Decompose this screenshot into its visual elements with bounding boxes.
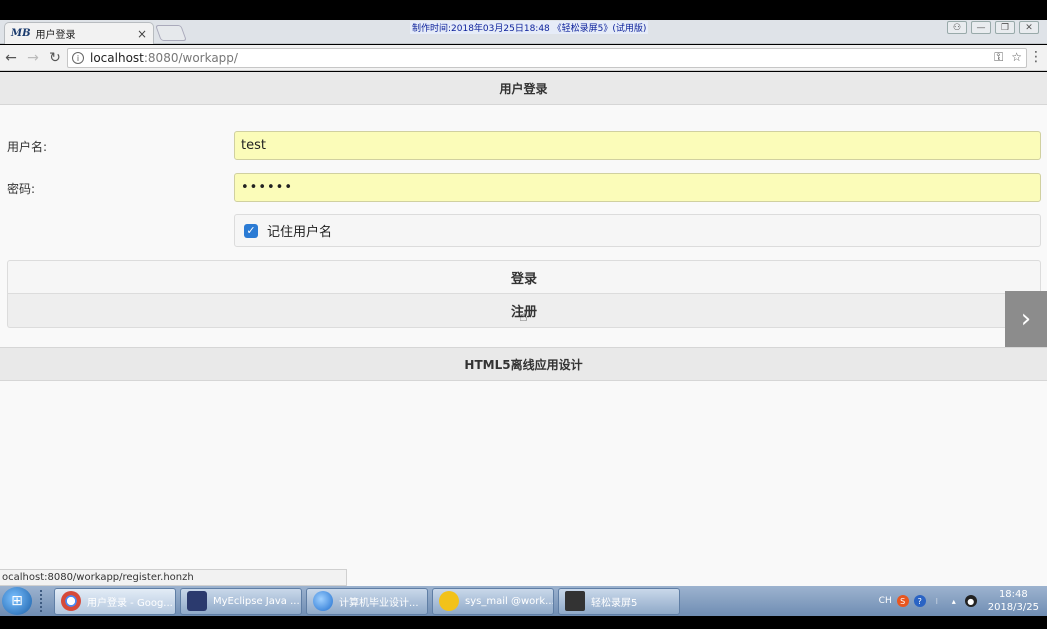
taskbar-item-mail[interactable]: sys_mail @work... bbox=[432, 587, 554, 615]
taskbar-item-label: MyEclipse Java ... bbox=[213, 595, 300, 607]
screen-bottom-band bbox=[0, 616, 1047, 629]
page-footer: HTML5离线应用设计 bbox=[0, 347, 1047, 381]
menu-dots-icon[interactable]: ⋮ bbox=[1029, 49, 1043, 65]
sogou-icon[interactable]: S bbox=[896, 595, 909, 607]
taskbar-item-label: 计算机毕业设计... bbox=[339, 597, 419, 609]
profile-icon[interactable]: ⚇ bbox=[947, 21, 967, 34]
arrow-up-icon[interactable]: ▴ bbox=[948, 595, 960, 607]
password-input[interactable]: •••••• bbox=[234, 173, 1041, 202]
page-title: 用户登录 bbox=[0, 72, 1047, 105]
tray-language[interactable]: CH bbox=[879, 596, 892, 606]
recorder-icon bbox=[565, 591, 585, 611]
taskbar-item-label: sys_mail @work... bbox=[465, 595, 554, 607]
taskbar-clock[interactable]: 18:48 2018/3/25 bbox=[988, 588, 1039, 614]
minimize-button[interactable]: — bbox=[971, 21, 991, 34]
tab-favicon-icon: MB bbox=[11, 28, 31, 39]
reload-button[interactable]: ↻ bbox=[44, 50, 66, 66]
page-content: 用户登录 用户名: test 密码: •••••• ✓ 记住用户名 登录 注册 … bbox=[0, 72, 1047, 586]
tab-close-icon[interactable]: × bbox=[137, 27, 147, 41]
system-tray: CH S ? ⁝ ▴ ● 18:48 2018/3/25 bbox=[879, 586, 1047, 616]
browser-tab[interactable]: MB 用户登录 × bbox=[4, 22, 154, 44]
globe-icon bbox=[313, 591, 333, 611]
hand-cursor-icon: ☝ bbox=[519, 309, 528, 325]
clock-time: 18:48 bbox=[998, 589, 1028, 600]
taskbar-grip bbox=[40, 590, 46, 612]
url-host: localhost bbox=[90, 51, 144, 65]
clock-date: 2018/3/25 bbox=[987, 602, 1039, 613]
maximize-button[interactable]: ❐ bbox=[995, 21, 1015, 34]
screen-top-band bbox=[0, 0, 1047, 20]
tab-title: 用户登录 bbox=[35, 30, 76, 41]
taskbar-item-browser[interactable]: 计算机毕业设计... bbox=[306, 587, 428, 615]
status-bar-url: ocalhost:8080/workapp/register.honzh bbox=[0, 569, 347, 586]
username-input[interactable]: test bbox=[234, 131, 1041, 160]
chevron-right-icon[interactable]: › bbox=[1005, 291, 1047, 347]
windows-taskbar: ⊞ 用户登录 - Goog... MyEclipse Java ... 计算机毕… bbox=[0, 586, 1047, 616]
remember-checkbox[interactable]: ✓ bbox=[244, 223, 258, 238]
help-icon[interactable]: ? bbox=[913, 595, 926, 607]
url-path: :8080/workapp/ bbox=[143, 51, 238, 65]
network-icon[interactable]: ⁝ bbox=[931, 595, 943, 607]
taskbar-item-label: 轻松录屏5 bbox=[591, 597, 638, 609]
address-bar[interactable]: i localhost :8080/workapp/ ⚿ ☆ bbox=[67, 48, 1027, 68]
taskbar-item-myeclipse[interactable]: MyEclipse Java ... bbox=[180, 587, 302, 615]
star-icon[interactable]: ☆ bbox=[1011, 50, 1022, 65]
recorder-watermark: 制作时间:2018年03月25日18:48 《轻松录屏5》(试用版) bbox=[410, 21, 649, 34]
taskbar-item-label: 用户登录 - Goog... bbox=[87, 597, 173, 609]
remember-username-row[interactable]: ✓ 记住用户名 bbox=[234, 214, 1041, 247]
password-label: 密码: bbox=[7, 182, 36, 196]
yellow-chick-icon bbox=[439, 591, 459, 611]
start-button[interactable]: ⊞ bbox=[2, 587, 32, 615]
close-window-button[interactable]: ✕ bbox=[1019, 21, 1039, 34]
key-icon[interactable]: ⚿ bbox=[994, 50, 1003, 65]
login-button[interactable]: 登录 bbox=[7, 260, 1041, 294]
back-button[interactable]: ← bbox=[0, 50, 22, 66]
new-tab-button[interactable] bbox=[155, 25, 187, 41]
taskbar-item-chrome[interactable]: 用户登录 - Goog... bbox=[54, 587, 176, 615]
myeclipse-icon bbox=[187, 591, 207, 611]
taskbar-item-recorder[interactable]: 轻松录屏5 bbox=[558, 587, 680, 615]
remember-label: 记住用户名 bbox=[267, 225, 333, 240]
qq-icon[interactable]: ● bbox=[964, 595, 977, 607]
info-icon[interactable]: i bbox=[72, 52, 84, 64]
browser-tabstrip: MB 用户登录 × 制作时间:2018年03月25日18:48 《轻松录屏5》(… bbox=[0, 20, 1047, 44]
window-controls: ⚇ — ❐ ✕ bbox=[947, 21, 1039, 34]
forward-button[interactable]: → bbox=[22, 50, 44, 66]
username-label: 用户名: bbox=[7, 140, 48, 154]
browser-toolbar: ← → ↻ i localhost :8080/workapp/ ⚿ ☆ ⋮ bbox=[0, 45, 1047, 71]
chrome-icon bbox=[61, 591, 81, 611]
